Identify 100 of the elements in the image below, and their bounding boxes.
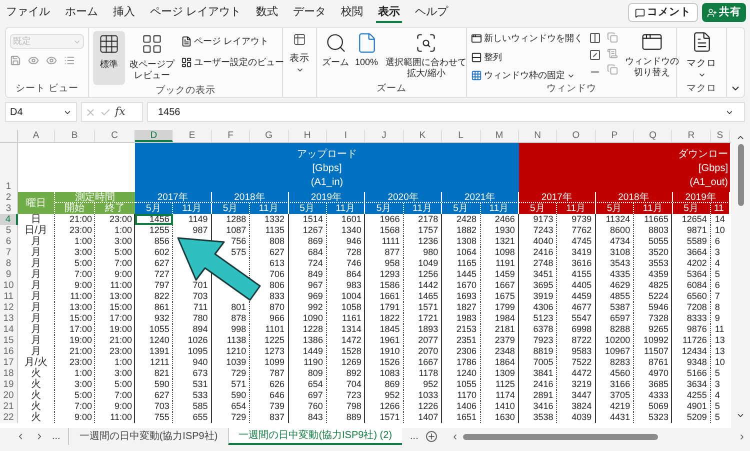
- column-header[interactable]: P: [596, 130, 634, 142]
- zoom-button[interactable]: 100%: [354, 31, 380, 79]
- row-header[interactable]: 7: [0, 247, 18, 258]
- table-cell: 1442: [404, 280, 442, 291]
- menu-tab[interactable]: 校閲: [339, 2, 366, 24]
- window-option-button[interactable]: 整列: [471, 50, 583, 64]
- row-header[interactable]: 20: [0, 390, 18, 401]
- column-header[interactable]: L: [442, 130, 481, 142]
- column-header[interactable]: F: [212, 130, 250, 142]
- view-button[interactable]: 改ページプレビュー: [127, 31, 177, 85]
- table-cell: 7:00: [55, 269, 95, 280]
- formula-field[interactable]: 1456: [147, 102, 745, 122]
- row-header[interactable]: 11: [0, 291, 18, 302]
- more-sheets-button[interactable]: ...: [410, 429, 418, 444]
- zoom-button[interactable]: 選択範囲に合わせて拡大/縮小: [383, 31, 470, 79]
- cancel-icon[interactable]: [85, 106, 96, 118]
- table-cell: 4459: [557, 291, 596, 302]
- table-cell: 1135: [250, 225, 289, 236]
- enter-icon[interactable]: [100, 106, 111, 118]
- eye-icon[interactable]: [28, 55, 39, 66]
- row-header[interactable]: 6: [0, 236, 18, 247]
- column-header[interactable]: N: [518, 130, 558, 142]
- view-option-button[interactable]: ユーザー設定のビュー: [181, 56, 284, 69]
- switch-window-button[interactable]: ウィンドウの切り替え: [624, 31, 680, 82]
- menu-tab[interactable]: ヘルプ: [413, 2, 450, 24]
- column-header[interactable]: D: [135, 130, 174, 142]
- column-header[interactable]: J: [365, 130, 404, 142]
- scroll-thumb[interactable]: [463, 434, 658, 440]
- row-header[interactable]: 10: [0, 280, 18, 291]
- row-header[interactable]: 18: [0, 368, 18, 379]
- table-cell: 1406: [442, 401, 481, 412]
- sheet-tab[interactable]: 一週間の日中変動(協力ISP9社) (2): [228, 428, 402, 445]
- view-button[interactable]: 標準: [93, 31, 125, 85]
- column-header[interactable]: S: [710, 130, 730, 142]
- row-header[interactable]: 9: [0, 269, 18, 280]
- list-icon[interactable]: [64, 55, 75, 66]
- table-cell: 1308: [442, 236, 481, 247]
- column-header[interactable]: R: [672, 130, 711, 142]
- row-header[interactable]: 19: [0, 379, 18, 390]
- menu-tab[interactable]: 挿入: [111, 2, 137, 24]
- show-button[interactable]: 表示: [287, 31, 312, 74]
- row-header[interactable]: 8: [0, 258, 18, 269]
- add-sheet-icon[interactable]: [426, 431, 438, 442]
- sync-scroll-icon[interactable]: [607, 48, 618, 59]
- row-header[interactable]: 1: [0, 143, 17, 192]
- column-header[interactable]: E: [173, 130, 212, 142]
- split-icon[interactable]: [589, 32, 601, 44]
- row-header[interactable]: 13: [0, 313, 18, 324]
- column-header[interactable]: M: [480, 130, 519, 142]
- menu-tab[interactable]: ホーム: [63, 2, 100, 24]
- row-header[interactable]: 22: [0, 412, 18, 423]
- row-header[interactable]: 5: [0, 225, 18, 236]
- row-header[interactable]: 4: [0, 214, 18, 225]
- window-option-button[interactable]: ウィンドウ枠の固定: [471, 69, 583, 82]
- menu-tab[interactable]: ページ レイアウト: [148, 2, 244, 24]
- next-sheet-icon[interactable]: [35, 432, 44, 441]
- row-header[interactable]: 21: [0, 401, 18, 412]
- table-cell: 1961: [365, 335, 404, 346]
- table-cell: 1165: [442, 258, 481, 269]
- window-option-button[interactable]: 新しいウィンドウを開く: [471, 32, 583, 46]
- table-cell-text: 3: [714, 379, 721, 390]
- column-header[interactable]: B: [55, 130, 95, 142]
- row-header[interactable]: 3: [0, 203, 17, 214]
- row-header[interactable]: 17: [0, 357, 18, 368]
- view-option-button[interactable]: ページ レイアウト: [181, 35, 284, 48]
- macro-button[interactable]: マクロ: [681, 31, 722, 80]
- column-header[interactable]: K: [404, 130, 442, 142]
- row-header[interactable]: 2: [0, 192, 17, 203]
- comment-button[interactable]: コメント: [628, 3, 698, 22]
- menu-tab[interactable]: 表示: [376, 2, 402, 24]
- row-header[interactable]: 12: [0, 302, 18, 313]
- scroll-up-icon[interactable]: [736, 133, 745, 142]
- scroll-down-icon[interactable]: [736, 411, 745, 420]
- name-box[interactable]: D4: [5, 102, 77, 122]
- table-cell: 5547: [557, 313, 596, 324]
- more-sheets-button[interactable]: ...: [52, 429, 60, 444]
- share-button[interactable]: 共有: [702, 3, 746, 22]
- table-cell: 12654: [672, 214, 711, 225]
- column-header[interactable]: Q: [634, 130, 672, 142]
- scroll-thumb[interactable]: [738, 144, 744, 206]
- scroll-right-icon[interactable]: [738, 432, 746, 440]
- menu-tab[interactable]: 数式: [254, 2, 280, 24]
- table-cell: 5:00: [95, 379, 135, 390]
- row-header[interactable]: 15: [0, 335, 18, 346]
- column-header[interactable]: G: [250, 130, 289, 142]
- zoom-button[interactable]: ズーム: [321, 31, 350, 79]
- previous-sheet-icon[interactable]: [16, 432, 25, 441]
- menu-tab[interactable]: データ: [291, 2, 328, 24]
- column-header[interactable]: I: [326, 130, 366, 142]
- menu-tab[interactable]: ファイル: [4, 2, 52, 24]
- horizontal-scrollbar[interactable]: [451, 432, 746, 440]
- function-button[interactable]: fx: [115, 104, 126, 120]
- row-header[interactable]: 16: [0, 346, 18, 357]
- save-icon[interactable]: [10, 55, 21, 66]
- row-header[interactable]: 14: [0, 324, 18, 335]
- column-header[interactable]: O: [557, 130, 596, 142]
- column-header[interactable]: A: [18, 130, 55, 142]
- column-header[interactable]: H: [288, 130, 327, 142]
- side-by-side-icon[interactable]: [607, 32, 618, 43]
- eye-icon[interactable]: [46, 55, 57, 66]
